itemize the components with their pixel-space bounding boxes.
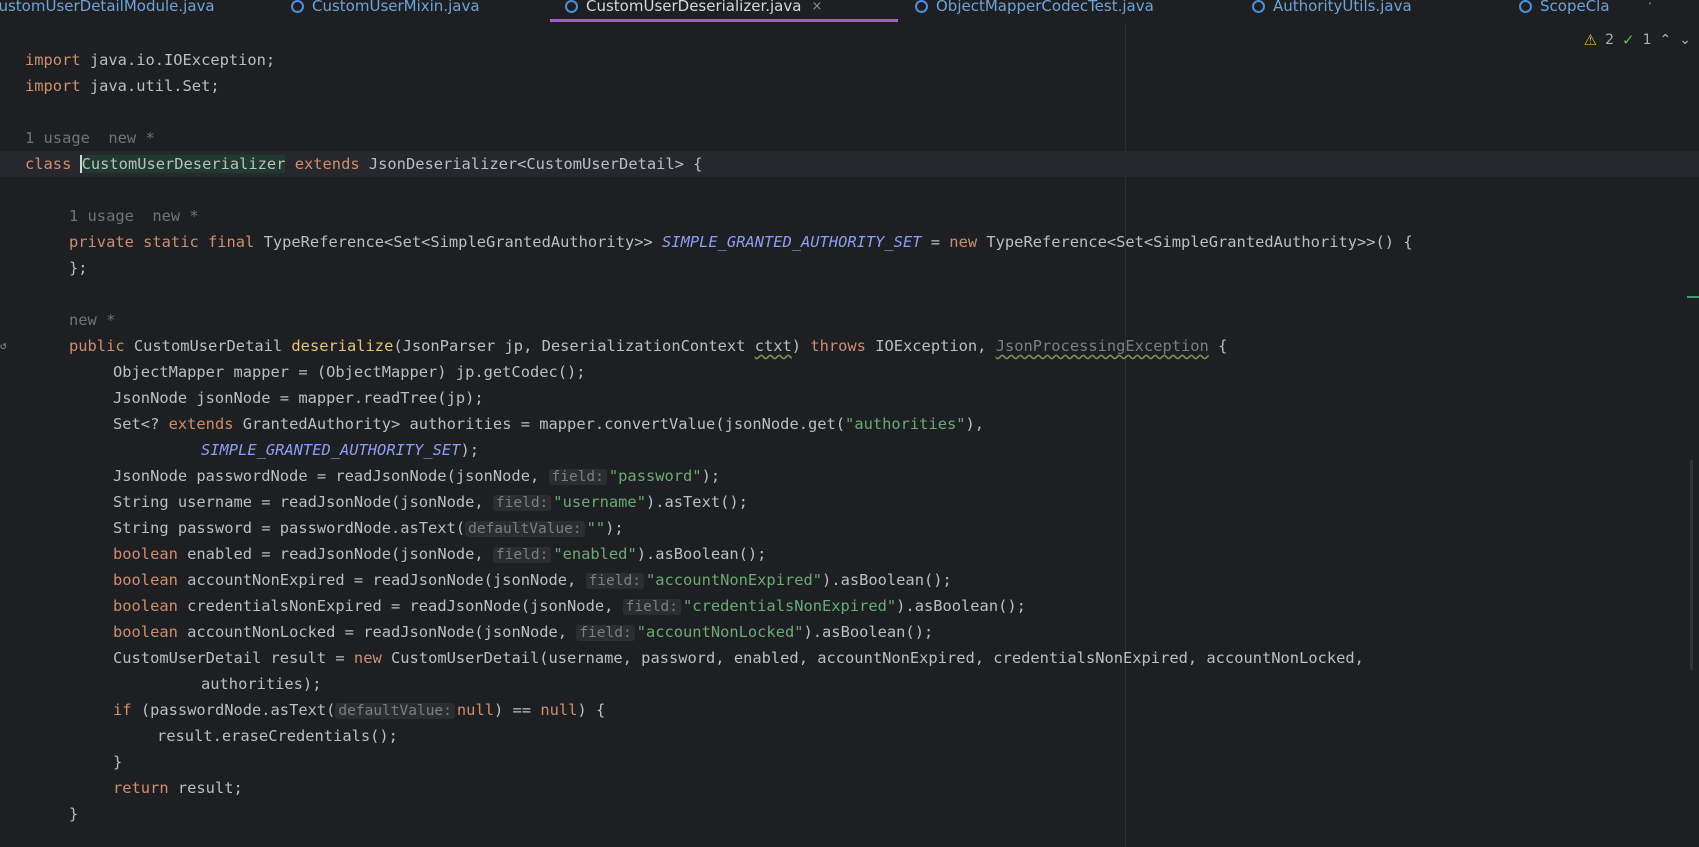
tab-customusermixin[interactable]: CustomUserMixin.java (291, 0, 480, 23)
parameter-hint: field: (585, 573, 644, 589)
code-vision-hint[interactable]: 1 usage new * (0, 125, 1699, 151)
tab-authorityutils[interactable]: AuthorityUtils.java (1252, 0, 1412, 23)
code-lines: import java.io.IOException; import java.… (0, 47, 1699, 827)
tab-scopecla[interactable]: ScopeCla (1519, 0, 1610, 23)
code-line: boolean accountNonLocked = readJsonNode(… (113, 623, 934, 641)
code-line: import java.io.IOException; (25, 51, 276, 69)
code-line: }; (69, 259, 88, 277)
class-icon (565, 0, 578, 13)
override-gutter-icon[interactable]: ↺ (0, 333, 7, 359)
code-line: JsonNode passwordNode = readJsonNode(jso… (113, 467, 721, 485)
code-line: SIMPLE_GRANTED_AUTHORITY_SET); (201, 441, 479, 459)
code-line: Set<? extends GrantedAuthority> authorit… (113, 415, 985, 433)
chevron-up-icon[interactable]: ⌃ (1660, 32, 1672, 48)
tab-objectmappercodectest[interactable]: ObjectMapperCodecTest.java (915, 0, 1154, 23)
parameter-hint: defaultValue: (465, 521, 585, 537)
code-line: JsonNode jsonNode = mapper.readTree(jp); (113, 389, 484, 407)
code-line: boolean credentialsNonExpired = readJson… (113, 597, 1026, 615)
code-line: } (69, 805, 79, 823)
chevron-down-icon[interactable]: ⌄ (1679, 32, 1691, 48)
code-line: boolean accountNonExpired = readJsonNode… (113, 571, 952, 589)
parameter-hint: field: (622, 599, 682, 615)
code-line: if (passwordNode.asText(defaultValue: nul… (113, 701, 606, 719)
class-icon (1252, 0, 1265, 13)
tab-customuserdetailmodule[interactable]: CustomUserDetailModule.java (0, 0, 215, 23)
class-icon (291, 0, 304, 13)
ok-count: 1 (1642, 32, 1652, 48)
parameter-hint: defaultValue: (335, 703, 455, 719)
code-line: ↺ public CustomUserDetail deserialize(Jso… (0, 333, 1699, 359)
code-vision-hint[interactable]: 1 usage new * (0, 203, 1699, 229)
parameter-hint: field: (492, 495, 552, 511)
active-tab-indicator (550, 19, 898, 22)
code-line: String username = readJsonNode(jsonNode,… (113, 493, 748, 511)
parameter-hint: field: (576, 625, 635, 641)
code-line: } (113, 753, 123, 771)
warning-count: 2 (1605, 32, 1615, 48)
close-icon[interactable]: × (811, 0, 822, 14)
class-icon (915, 0, 928, 13)
code-line: boolean enabled = readJsonNode(jsonNode,… (113, 545, 767, 563)
code-line: private static final TypeReference<Set<S… (69, 233, 1413, 251)
code-line-current: class CustomUserDeserializer extends Jso… (0, 151, 1699, 177)
code-line: return result; (113, 779, 243, 797)
code-vision-hint[interactable]: new * (0, 307, 1699, 333)
editor-tab-bar: CustomUserDetailModule.java CustomUserMi… (0, 0, 1699, 24)
code-line: result.eraseCredentials(); (157, 727, 398, 745)
code-line: String password = passwordNode.asText(de… (113, 519, 624, 537)
code-line: CustomUserDetail result = new CustomUser… (113, 649, 1364, 667)
parameter-hint: field: (492, 547, 552, 563)
code-line: authorities); (201, 675, 322, 693)
code-line: ObjectMapper mapper = (ObjectMapper) jp.… (113, 363, 586, 381)
class-icon (1519, 0, 1532, 13)
parameter-hint: field: (548, 469, 607, 485)
tabs-more-icon[interactable]: ⋮ (1643, 0, 1657, 7)
code-line: import java.util.Set; (25, 77, 220, 95)
